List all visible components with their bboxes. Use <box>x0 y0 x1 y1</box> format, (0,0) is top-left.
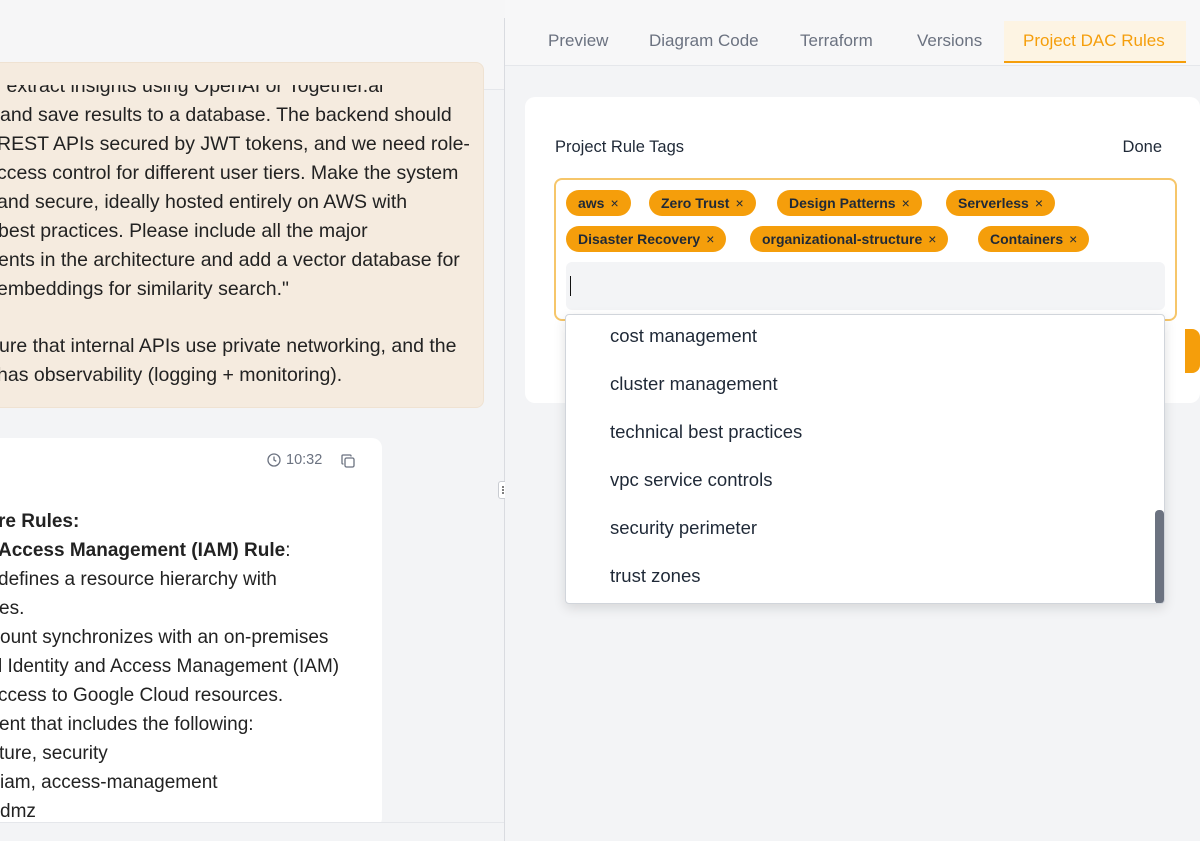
rules-title: Project Rule Tags <box>555 138 685 156</box>
user-message-line: ccess control for different user tiers. … <box>0 162 459 184</box>
copy-icon[interactable] <box>341 454 355 468</box>
user-message-line: ure that internal APIs use private netwo… <box>0 335 457 357</box>
assistant-line: dmz <box>0 801 36 822</box>
user-message-line: best practices. Please include all the m… <box>0 220 368 242</box>
user-message-line: embeddings for similarity search." <box>0 278 289 300</box>
tab-preview[interactable]: Preview <box>548 31 608 51</box>
remove-tag-icon[interactable]: × <box>928 231 936 247</box>
assistant-message-card: re Rules: Access Management (IAM) Rule: … <box>0 438 382 828</box>
dropdown-option[interactable]: vpc service controls <box>610 469 772 491</box>
remove-tag-icon[interactable]: × <box>1035 195 1043 211</box>
tab-terraform[interactable]: Terraform <box>800 31 873 51</box>
tag-chip: Serverless × <box>946 190 1056 216</box>
tab-versions[interactable]: Versions <box>917 31 982 51</box>
assistant-line: iam, access-management <box>0 772 218 793</box>
dropdown-scrollbar[interactable] <box>1155 510 1164 603</box>
tag-chip: Zero Trust × <box>649 190 756 216</box>
dropdown-option[interactable]: cluster management <box>610 373 778 395</box>
chat-footer <box>0 822 505 841</box>
tag-input-container[interactable]: aws × Zero Trust × Design Patterns × Server… <box>554 178 1177 321</box>
tag-label: aws <box>578 195 605 211</box>
assistant-line: ture, security <box>0 743 108 764</box>
tag-chip: Containers × <box>978 226 1090 252</box>
tag-label: Serverless <box>958 195 1029 211</box>
message-timestamp: 10:32 <box>267 452 322 468</box>
done-button[interactable]: Done <box>1123 138 1162 157</box>
assistant-line: defines a resource hierarchy with <box>0 569 277 590</box>
user-message-line: ents in the architecture and add a vecto… <box>0 249 460 271</box>
add-rule-button[interactable] <box>1185 329 1200 373</box>
tag-label: Containers <box>990 231 1064 247</box>
clock-icon <box>267 453 281 467</box>
tag-chip: Disaster Recovery × <box>566 226 727 252</box>
tab-diagram-code[interactable]: Diagram Code <box>649 31 759 51</box>
remove-tag-icon[interactable]: × <box>1069 231 1077 247</box>
user-message-line: has observability (logging + monitoring)… <box>0 364 343 386</box>
tag-search-input[interactable] <box>566 262 1165 310</box>
remove-tag-icon[interactable]: × <box>706 231 714 247</box>
tag-suggestions-dropdown: cost management cluster management techn… <box>565 314 1165 604</box>
chat-pane: eally extract insights using OpenAI or T… <box>0 0 505 841</box>
tab-bar: Preview Diagram Code Terraform Versions … <box>505 0 1200 66</box>
dropdown-option[interactable]: cost management <box>610 325 757 347</box>
assistant-line: Access Management (IAM) Rule: <box>0 540 291 561</box>
tag-chip: Design Patterns × <box>777 190 922 216</box>
remove-tag-icon[interactable]: × <box>902 195 910 211</box>
dropdown-option[interactable]: technical best practices <box>610 421 802 443</box>
assistant-line: es. <box>0 598 25 619</box>
user-message-line: and save results to a database. The back… <box>0 104 452 126</box>
dropdown-option[interactable]: trust zones <box>610 565 701 587</box>
text-caret <box>570 276 571 296</box>
assistant-line: l Identity and Access Management (IAM) <box>0 656 340 677</box>
tag-chip: organizational-structure × <box>750 226 949 252</box>
assistant-line: ccess to Google Cloud resources. <box>0 685 284 706</box>
tag-label: Design Patterns <box>789 195 896 211</box>
assistant-heading: re Rules: <box>0 511 80 532</box>
user-message-bubble: eally extract insights using OpenAI or T… <box>0 62 484 408</box>
tag-label: organizational-structure <box>762 231 923 247</box>
remove-tag-icon[interactable]: × <box>735 195 743 211</box>
tab-project-dac-rules[interactable]: Project DAC Rules <box>1023 31 1165 51</box>
remove-tag-icon[interactable]: × <box>610 195 618 211</box>
assistant-line: ent that includes the following: <box>0 714 254 735</box>
user-message-line: eally extract insights using OpenAI or T… <box>0 75 384 97</box>
timestamp-text: 10:32 <box>286 452 323 468</box>
user-message-line: and secure, ideally hosted entirely on A… <box>0 191 408 213</box>
tag-chip: aws × <box>566 190 631 216</box>
user-message-line: REST APIs secured by JWT tokens, and we … <box>0 133 470 155</box>
dropdown-option[interactable]: security perimeter <box>610 517 757 539</box>
tag-label: Zero Trust <box>661 195 730 211</box>
tag-label: Disaster Recovery <box>578 231 701 247</box>
assistant-line: ount synchronizes with an on-premises <box>0 627 329 648</box>
